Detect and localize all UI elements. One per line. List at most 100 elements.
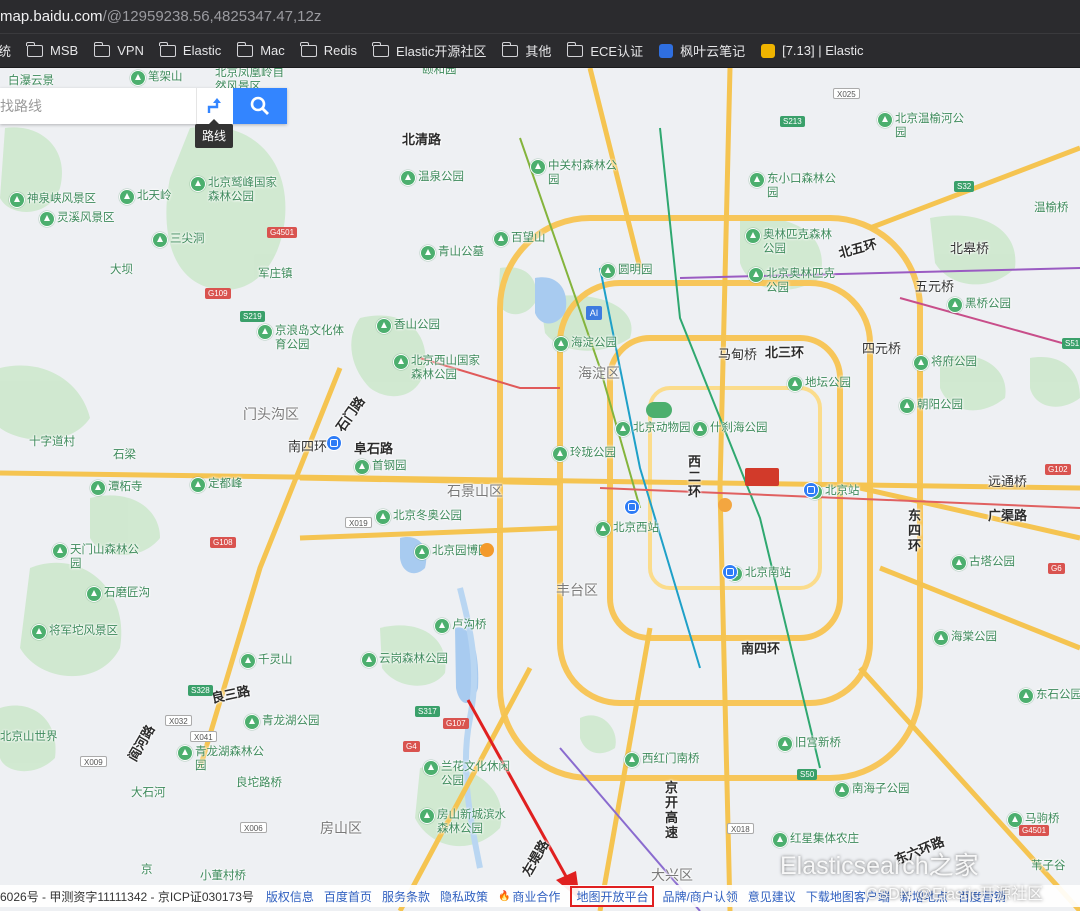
park-pin-icon[interactable]: [375, 509, 391, 525]
place-label[interactable]: 奥林匹克森林公园: [763, 228, 835, 256]
park-pin-icon[interactable]: [913, 355, 929, 371]
footer-link-2[interactable]: 服务条款: [382, 888, 430, 905]
place-label[interactable]: 千灵山: [258, 653, 293, 667]
park-pin-icon[interactable]: [9, 192, 25, 208]
park-pin-icon[interactable]: [130, 70, 146, 86]
bookmark-3[interactable]: Elastic: [159, 39, 221, 63]
place-label[interactable]: 石磨匠沟: [104, 586, 150, 600]
place-label[interactable]: 北京西站: [613, 521, 659, 535]
place-label[interactable]: 百望山: [511, 231, 546, 245]
place-label[interactable]: 古塔公园: [969, 555, 1015, 569]
footer-link-5[interactable]: 地图开放平台: [570, 885, 655, 907]
place-label[interactable]: 颐和园: [422, 68, 457, 77]
park-pin-icon[interactable]: [376, 318, 392, 334]
park-pin-icon[interactable]: [899, 398, 915, 414]
place-label[interactable]: 北京站: [825, 484, 860, 498]
place-label[interactable]: 海棠公园: [951, 630, 997, 644]
place-label[interactable]: 潭柘寺: [108, 480, 143, 494]
park-pin-icon[interactable]: [152, 232, 168, 248]
place-label[interactable]: 笔架山: [148, 70, 183, 84]
bookmark-10[interactable]: [7.13] | Elastic: [761, 39, 864, 63]
place-label[interactable]: 北京冬奥公园: [393, 509, 462, 523]
route-search-input[interactable]: 找路线: [0, 88, 196, 124]
place-label[interactable]: 苇子谷: [1031, 859, 1066, 873]
park-pin-icon[interactable]: [393, 354, 409, 370]
place-label[interactable]: 石梁: [113, 448, 136, 462]
place-label[interactable]: 南海子公园: [852, 782, 910, 796]
park-pin-icon[interactable]: [933, 630, 949, 646]
place-label[interactable]: 灵溪风景区: [57, 211, 115, 225]
place-label[interactable]: 圆明园: [618, 263, 653, 277]
place-label[interactable]: 天门山森林公园: [70, 543, 142, 571]
place-label[interactable]: 大坝: [110, 263, 133, 277]
bookmark-9[interactable]: 枫叶云笔记: [659, 39, 745, 63]
park-pin-icon[interactable]: [119, 189, 135, 205]
panda-icon[interactable]: [646, 402, 672, 418]
park-pin-icon[interactable]: [423, 760, 439, 776]
station-icon[interactable]: [326, 435, 342, 451]
place-label[interactable]: 中关村森林公园: [548, 159, 620, 187]
place-label[interactable]: 地坛公园: [805, 376, 851, 390]
place-label[interactable]: 黑桥公园: [965, 297, 1011, 311]
park-pin-icon[interactable]: [777, 736, 793, 752]
place-label[interactable]: 小董村桥: [200, 869, 246, 883]
park-pin-icon[interactable]: [595, 521, 611, 537]
bookmark-4[interactable]: Mac: [236, 39, 285, 63]
station-icon[interactable]: [624, 499, 640, 515]
park-pin-icon[interactable]: [600, 263, 616, 279]
footer-link-6[interactable]: 品牌/商户认领: [662, 888, 737, 905]
place-label[interactable]: 青龙湖公园: [262, 714, 320, 728]
park-pin-icon[interactable]: [1018, 688, 1034, 704]
address-bar[interactable]: map.baidu.com/@12959238.56,4825347.47,12…: [0, 0, 1080, 34]
place-label[interactable]: 海淀公园: [571, 336, 617, 350]
bookmark-2[interactable]: VPN: [93, 39, 144, 63]
url-text[interactable]: map.baidu.com/@12959238.56,4825347.47,12…: [0, 8, 321, 25]
place-label[interactable]: 旧宫新桥: [795, 736, 841, 750]
station-icon[interactable]: [803, 482, 819, 498]
place-label[interactable]: 北京西山国家森林公园: [411, 354, 483, 382]
place-label[interactable]: 北京动物园: [633, 421, 691, 435]
park-pin-icon[interactable]: [31, 624, 47, 640]
place-label[interactable]: 北京温榆河公园: [895, 112, 967, 140]
map-canvas[interactable]: 门头沟区 石景山区 海淀区 丰台区 房山区 大兴区 北清路 北五环 北三环 四元…: [0, 68, 1080, 911]
park-pin-icon[interactable]: [530, 159, 546, 175]
park-pin-icon[interactable]: [52, 543, 68, 559]
place-label[interactable]: 兰花文化休闲公园: [441, 760, 513, 788]
footer-link-7[interactable]: 意见建议: [748, 888, 796, 905]
park-pin-icon[interactable]: [877, 112, 893, 128]
place-label[interactable]: 朝阳公园: [917, 398, 963, 412]
place-label[interactable]: 什刹海公园: [710, 421, 768, 435]
place-label[interactable]: 将府公园: [931, 355, 977, 369]
place-label[interactable]: 良坨路桥: [236, 776, 282, 790]
park-pin-icon[interactable]: [947, 297, 963, 313]
park-pin-icon[interactable]: [493, 231, 509, 247]
park-pin-icon[interactable]: [419, 808, 435, 824]
park-pin-icon[interactable]: [240, 653, 256, 669]
park-pin-icon[interactable]: [177, 745, 193, 761]
place-label[interactable]: 青山公墓: [438, 245, 484, 259]
place-label[interactable]: 神泉峡风景区: [27, 192, 96, 206]
footer-link-1[interactable]: 百度首页: [324, 888, 372, 905]
place-label[interactable]: 东石公园: [1036, 688, 1080, 702]
park-pin-icon[interactable]: [951, 555, 967, 571]
place-label[interactable]: 西红门南桥: [642, 752, 700, 766]
place-label[interactable]: 玲珑公园: [570, 446, 616, 460]
place-label[interactable]: 房山新城滨水森林公园: [437, 808, 509, 836]
park-pin-icon[interactable]: [615, 421, 631, 437]
place-label[interactable]: 北天岭: [137, 189, 172, 203]
ai-badge[interactable]: AI: [586, 306, 602, 320]
park-pin-icon[interactable]: [745, 228, 761, 244]
place-label[interactable]: 京浪岛文化体育公园: [275, 324, 347, 352]
park-pin-icon[interactable]: [748, 267, 764, 283]
park-pin-icon[interactable]: [420, 245, 436, 261]
place-label[interactable]: 卢沟桥: [452, 618, 487, 632]
museum-icon[interactable]: [480, 543, 494, 557]
park-pin-icon[interactable]: [400, 170, 416, 186]
park-pin-icon[interactable]: [434, 618, 450, 634]
place-label[interactable]: 北京山世界: [0, 730, 58, 744]
footer-link-0[interactable]: 版权信息: [266, 888, 314, 905]
bookmark-5[interactable]: Redis: [300, 39, 357, 63]
bookmark-0[interactable]: 统: [0, 39, 11, 63]
place-label[interactable]: 首钢园: [372, 459, 407, 473]
park-pin-icon[interactable]: [257, 324, 273, 340]
